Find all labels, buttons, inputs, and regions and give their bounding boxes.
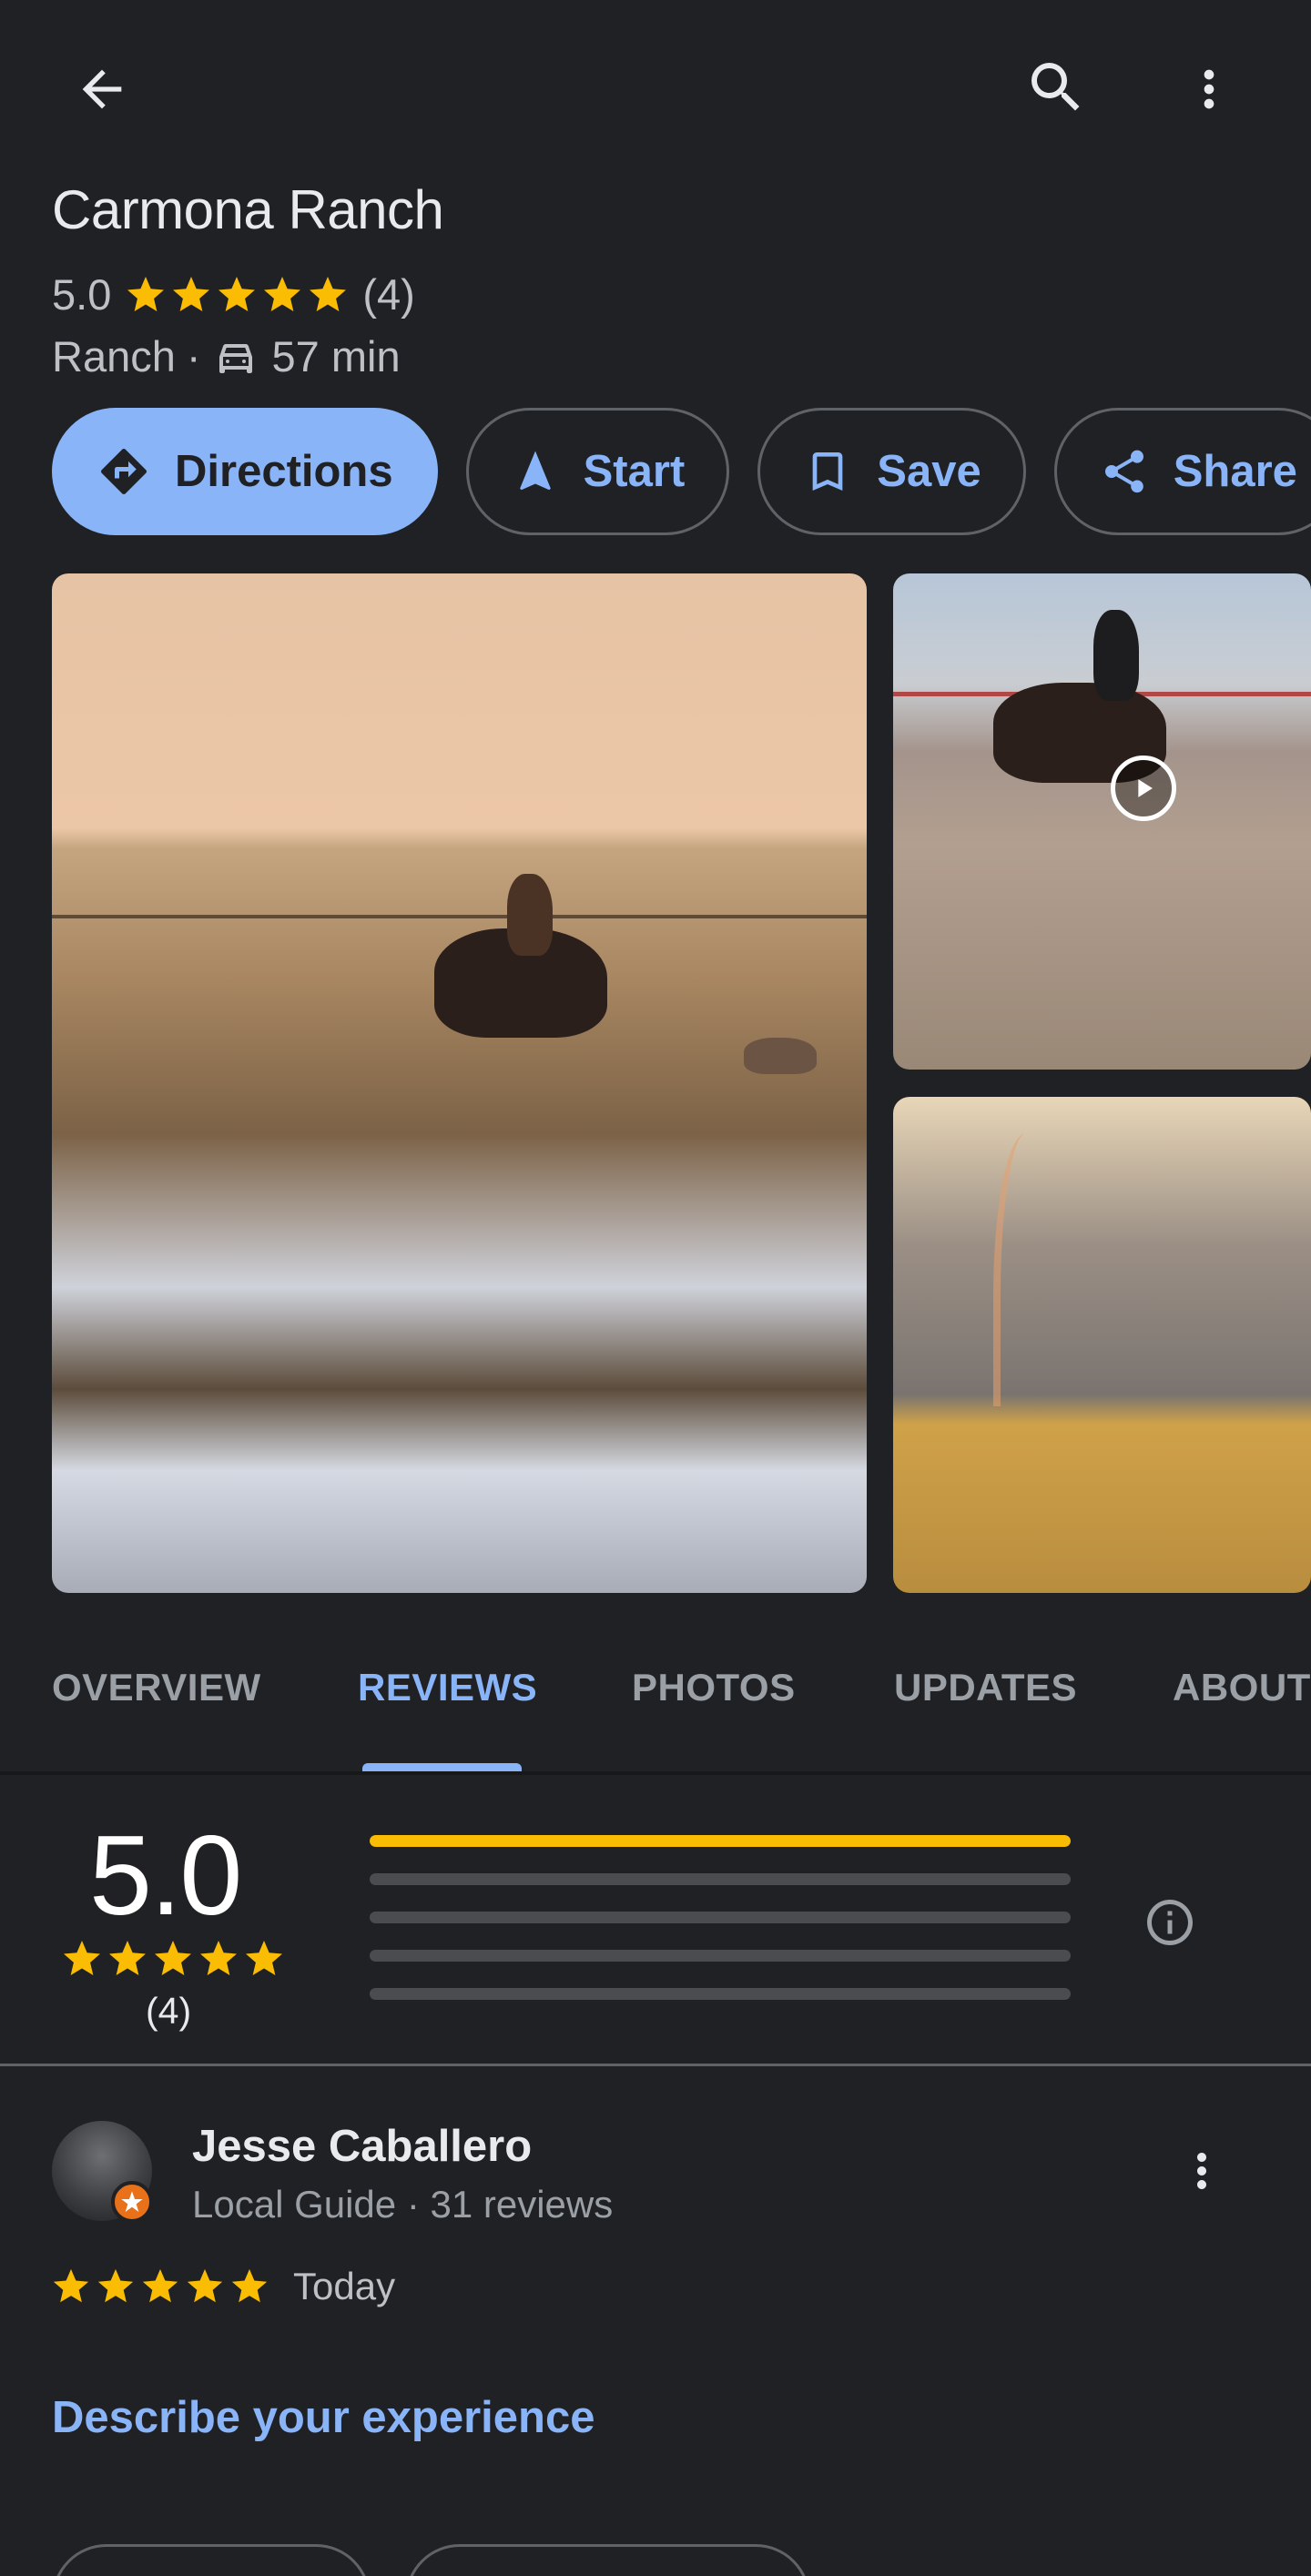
more-vert-icon <box>1204 69 1214 109</box>
star-icon <box>97 2268 134 2303</box>
rider-figure-2 <box>1093 610 1139 701</box>
local-guide-star-icon <box>121 2191 143 2212</box>
star-icon <box>142 2268 178 2303</box>
star-icon <box>64 1941 100 1975</box>
action-chips: Directions Start Save Share <box>52 408 1311 535</box>
review-more-button[interactable] <box>1174 2144 1229 2203</box>
search-button[interactable] <box>1011 42 1102 133</box>
tab-about[interactable]: ABOUT <box>1173 1666 1311 1709</box>
rider-figure <box>507 874 553 956</box>
directions-button[interactable]: Directions <box>52 408 438 535</box>
star-icon <box>231 2268 268 2303</box>
save-label: Save <box>877 447 981 496</box>
star-icon <box>127 276 165 311</box>
review-star-rating[interactable]: Today <box>50 2265 395 2308</box>
tab-photos[interactable]: PHOTOS <box>632 1666 796 1709</box>
place-category: Ranch <box>52 332 176 380</box>
place-rating-row[interactable]: 5.0 (4) <box>52 269 415 319</box>
suggestion-chip[interactable] <box>52 2544 371 2576</box>
summary-rating: 5.0 <box>89 1813 242 1939</box>
start-button[interactable]: Start <box>465 408 730 535</box>
dog-figure <box>744 1038 817 1074</box>
share-button[interactable]: Share <box>1053 408 1311 535</box>
photo-gallery <box>52 573 1311 1593</box>
bookmark-icon <box>812 452 843 491</box>
share-label: Share <box>1173 447 1297 496</box>
reviewer-meta: Local Guide · 31 reviews <box>192 2183 614 2226</box>
place-meta-row: Ranch · 57 min <box>52 331 401 381</box>
navigation-arrow-icon <box>519 451 551 491</box>
more-vert-icon <box>1197 2153 1206 2189</box>
place-rating-value: 5.0 <box>52 270 112 319</box>
suggestion-chip[interactable] <box>405 2544 810 2576</box>
star-icon <box>187 2268 223 2303</box>
photo-rainbow-field[interactable] <box>893 1097 1311 1593</box>
star-icon <box>173 276 210 311</box>
search-icon <box>1032 63 1080 111</box>
play-icon <box>1138 779 1153 797</box>
arrow-back-icon <box>82 69 122 109</box>
star-icon <box>200 1941 237 1975</box>
tab-reviews[interactable]: REVIEWS <box>358 1666 537 1709</box>
review-date: Today <box>293 2265 396 2307</box>
place-star-rating <box>124 273 351 317</box>
rating-bar-2 <box>370 1950 1071 1962</box>
photo-rider-horse-snow[interactable] <box>52 573 867 1593</box>
fence-rail <box>52 915 867 918</box>
rating-distribution <box>370 1835 1071 2026</box>
rating-bar-5 <box>370 1835 1071 1847</box>
rating-summary: 5.0 (4) <box>0 1775 1311 2066</box>
star-icon <box>310 276 347 311</box>
more-options-button[interactable] <box>1164 44 1255 135</box>
back-button[interactable] <box>56 44 147 135</box>
drive-time: 57 min <box>271 332 401 380</box>
info-icon <box>1147 1900 1193 1945</box>
rating-bar-fill <box>370 1835 1071 1847</box>
rating-bar-3 <box>370 1912 1071 1923</box>
info-button[interactable] <box>1143 1895 1197 1954</box>
top-app-bar <box>0 0 1311 182</box>
local-guide-badge <box>111 2181 153 2223</box>
save-button[interactable]: Save <box>757 408 1026 535</box>
place-review-count: (4) <box>362 270 415 319</box>
star-icon <box>53 2268 89 2303</box>
meta-separator: · <box>186 332 201 380</box>
car-icon <box>218 343 252 373</box>
star-icon <box>109 1941 146 1975</box>
rating-bar-4 <box>370 1873 1071 1885</box>
rating-bar-1 <box>370 1988 1071 2000</box>
user-review-card: Jesse Caballero Local Guide · 31 reviews… <box>0 2066 1311 2576</box>
play-video-button[interactable] <box>1111 756 1176 821</box>
tab-updates[interactable]: UPDATES <box>894 1666 1077 1709</box>
describe-experience-link[interactable]: Describe your experience <box>52 2392 595 2443</box>
reviewer-name: Jesse Caballero <box>192 2122 533 2171</box>
tab-overview[interactable]: OVERVIEW <box>52 1666 261 1709</box>
share-icon <box>1104 450 1143 493</box>
summary-count: (4) <box>146 1990 192 2032</box>
star-icon <box>246 1941 282 1975</box>
star-icon <box>218 276 256 311</box>
place-tabs: OVERVIEW REVIEWS PHOTOS UPDATES ABOUT <box>0 1629 1311 1771</box>
photo-video-roping[interactable] <box>893 573 1311 1070</box>
rainbow <box>993 1133 1048 1406</box>
directions-label: Directions <box>175 447 393 496</box>
summary-stars <box>60 1937 288 1981</box>
star-icon <box>264 276 301 311</box>
place-title: Carmona Ranch <box>52 179 444 240</box>
star-icon <box>155 1941 191 1975</box>
directions-icon <box>101 448 147 494</box>
start-label: Start <box>583 447 686 496</box>
